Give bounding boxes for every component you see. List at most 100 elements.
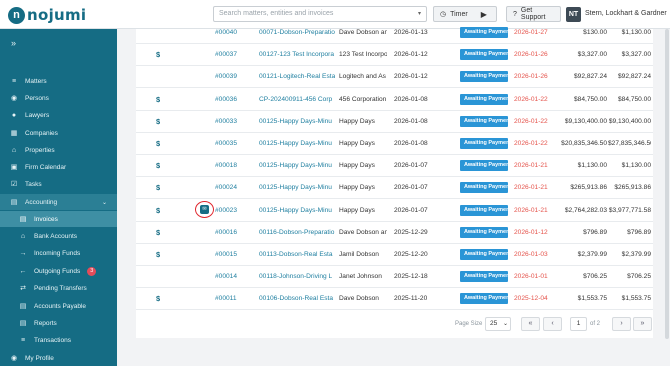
invoice-number-link[interactable]: #00011 <box>215 295 237 302</box>
payment-icon[interactable]: $ <box>156 117 160 126</box>
matter-link[interactable]: 00125-Happy Days-Minu <box>259 162 335 169</box>
timer-button[interactable]: ◷ Timer ▶ <box>433 6 497 22</box>
matter-link[interactable]: 00127-123 Test Incorpora <box>259 51 335 58</box>
matter-link[interactable]: 00125-Happy Days-Minu <box>259 207 335 214</box>
table-row[interactable]: $ ✉ #00023 00125-Happy Days-Minu Happy Days 2… <box>136 200 653 222</box>
table-row[interactable]: $ #00016 00116-Dobson-Preparatio Dave Dobso… <box>136 222 653 244</box>
sidebar-item-companies[interactable]: ▦ Companies <box>0 125 117 141</box>
payment-icon[interactable]: $ <box>156 50 160 59</box>
sidebar-item-firm-calendar[interactable]: ▣ Firm Calendar <box>0 159 117 175</box>
invoice-date: 2025-12-29 <box>394 228 428 236</box>
status-badge: Awaiting Payment <box>460 93 508 105</box>
avatar[interactable]: NT <box>566 7 581 22</box>
table-row[interactable]: #00014 00118-Johnson-Driving L Janet Johns… <box>136 266 653 289</box>
total-amount: $2,379.99 <box>577 251 607 258</box>
scrollbar[interactable] <box>665 29 669 339</box>
sidebar-item-incoming-funds[interactable]: → Incoming Funds <box>0 245 117 261</box>
sidebar-item-transactions[interactable]: ≡ Transactions <box>0 332 117 348</box>
sidebar-item-outgoing-funds[interactable]: ← Outgoing Funds 3 <box>0 263 117 279</box>
sidebar-item-bank-accounts[interactable]: ⌂ Bank Accounts <box>0 228 117 244</box>
sidebar-item-label: Incoming Funds <box>34 249 81 257</box>
invoice-number-link[interactable]: #00023 <box>215 207 237 214</box>
table-row[interactable]: $ #00018 00125-Happy Days-Minu Happy Days 20… <box>136 155 653 178</box>
profile-icon: ◉ <box>10 355 18 362</box>
invoice-date: 2025-12-18 <box>394 273 428 281</box>
table-row[interactable]: $ #00037 00127-123 Test Incorpora 123 Test … <box>136 44 653 67</box>
sidebar-item-accounting[interactable]: ▤ Accounting ⌄ <box>0 194 117 210</box>
sidebar-item-accounts-payable[interactable]: ▤ Accounts Payable <box>0 298 117 314</box>
matter-link[interactable]: 00106-Dobson-Real Esta <box>259 295 335 302</box>
matter-link[interactable]: 00121-Logitech-Real Esta <box>259 73 335 80</box>
table-row[interactable]: $ #00011 00106-Dobson-Real Esta Dave Dobson… <box>136 288 653 311</box>
payment-icon[interactable]: $ <box>156 294 160 303</box>
payment-icon[interactable]: $ <box>156 139 160 148</box>
last-page-button[interactable]: » <box>633 317 652 331</box>
sidebar-item-properties[interactable]: ⌂ Properties <box>0 142 117 158</box>
invoice-date: 2025-11-20 <box>394 295 428 303</box>
matter-link[interactable]: 00125-Happy Days-Minu <box>259 184 335 191</box>
search-input[interactable]: Search matters, entities and invoices ▾ <box>213 6 427 22</box>
invoice-number-link[interactable]: #00033 <box>215 118 237 125</box>
sidebar-item-my-profile[interactable]: ◉ My Profile <box>0 350 117 366</box>
matter-link[interactable]: 00125-Happy Days-Minu <box>259 118 335 125</box>
table-row[interactable]: #00039 00121-Logitech-Real Esta Logitech a… <box>136 66 653 89</box>
payment-icon[interactable]: $ <box>156 95 160 104</box>
payment-icon[interactable]: $ <box>156 161 160 170</box>
page-size-select[interactable]: 25 ⌄ <box>485 317 511 331</box>
payment-icon[interactable]: $ <box>156 183 160 192</box>
table-row[interactable]: $ #00033 00125-Happy Days-Minu Happy Days 20… <box>136 111 653 133</box>
payment-icon[interactable]: $ <box>156 206 160 215</box>
chevron-down-icon[interactable]: ⌄ <box>102 199 107 206</box>
search-placeholder: Search matters, entities and invoices <box>219 10 334 17</box>
balance-amount: $2,379.99 <box>621 251 651 258</box>
logo[interactable]: n nojumi <box>8 6 86 24</box>
payment-icon[interactable]: $ <box>156 250 160 259</box>
sidebar-item-invoices[interactable]: ▤ Invoices <box>0 211 117 227</box>
invoice-number-link[interactable]: #00024 <box>215 184 237 191</box>
next-page-button[interactable]: › <box>612 317 631 331</box>
play-icon[interactable]: ▶ <box>481 10 487 19</box>
matter-link[interactable]: 00071-Dobson-Preparatio <box>259 29 335 36</box>
chevron-down-icon[interactable]: ▾ <box>418 10 421 17</box>
invoice-number-link[interactable]: #00036 <box>215 96 237 103</box>
people-icon: ◉ <box>10 95 18 102</box>
matter-link[interactable]: 00116-Dobson-Preparatio <box>259 229 335 236</box>
sidebar-item-reports[interactable]: ▤ Reports <box>0 315 117 331</box>
balance-amount: $92,827.24 <box>617 73 651 81</box>
table-row[interactable]: #00040 00071-Dobson-Preparatio Dave Dobson… <box>136 22 653 44</box>
invoice-number-link[interactable]: #00035 <box>215 140 237 147</box>
invoice-number-link[interactable]: #00040 <box>215 29 237 36</box>
matter-link[interactable]: 00125-Happy Days-Minu <box>259 140 335 147</box>
first-page-button[interactable]: « <box>521 317 540 331</box>
client-name: Happy Days <box>339 184 375 192</box>
invoice-number-link[interactable]: #00014 <box>215 273 237 280</box>
get-support-button[interactable]: ? Get Support <box>506 6 561 22</box>
table-row[interactable]: $ #00015 00113-Dobson-Real Esta Jamil Dobso… <box>136 244 653 266</box>
client-name: Jamil Dobson <box>339 251 379 258</box>
status-badge: Awaiting Payment <box>460 226 508 238</box>
prev-page-button[interactable]: ‹ <box>543 317 562 331</box>
invoice-number-link[interactable]: #00018 <box>215 162 237 169</box>
invoice-number-link[interactable]: #00039 <box>215 73 237 80</box>
table-row[interactable]: $ #00024 00125-Happy Days-Minu Happy Days 20… <box>136 177 653 200</box>
invoice-number-link[interactable]: #00015 <box>215 251 237 258</box>
client-name: 456 Corporation <box>339 95 387 103</box>
payment-icon[interactable]: $ <box>156 228 160 237</box>
matter-link[interactable]: 00113-Dobson-Real Esta <box>259 251 335 258</box>
firm-name[interactable]: Stern, Lockhart & Gardner <box>585 10 667 17</box>
sidebar-item-pending-transfers[interactable]: ⇄ Pending Transfers <box>0 280 117 296</box>
collapse-sidebar-icon[interactable]: » <box>11 38 16 48</box>
payable-icon: ▤ <box>19 303 27 310</box>
sidebar-item-lawyers[interactable]: ● Lawyers <box>0 107 117 123</box>
table-row[interactable]: $ #00036 CP-202400911-456 Corp 456 Corporat… <box>136 89 653 111</box>
invoice-number-link[interactable]: #00016 <box>215 229 237 236</box>
status-badge: Awaiting Payment <box>460 160 508 172</box>
sidebar-item-matters[interactable]: ≡ Matters <box>0 73 117 89</box>
invoice-number-link[interactable]: #00037 <box>215 51 237 58</box>
matter-link[interactable]: CP-202400911-456 Corp <box>259 96 335 103</box>
sidebar-item-persons[interactable]: ◉ Persons <box>0 90 117 106</box>
current-page-input[interactable]: 1 <box>570 317 587 331</box>
table-row[interactable]: $ #00035 00125-Happy Days-Minu Happy Days 20… <box>136 133 653 155</box>
matter-link[interactable]: 00118-Johnson-Driving L <box>259 273 335 280</box>
sidebar-item-tasks[interactable]: ☑ Tasks <box>0 176 117 192</box>
